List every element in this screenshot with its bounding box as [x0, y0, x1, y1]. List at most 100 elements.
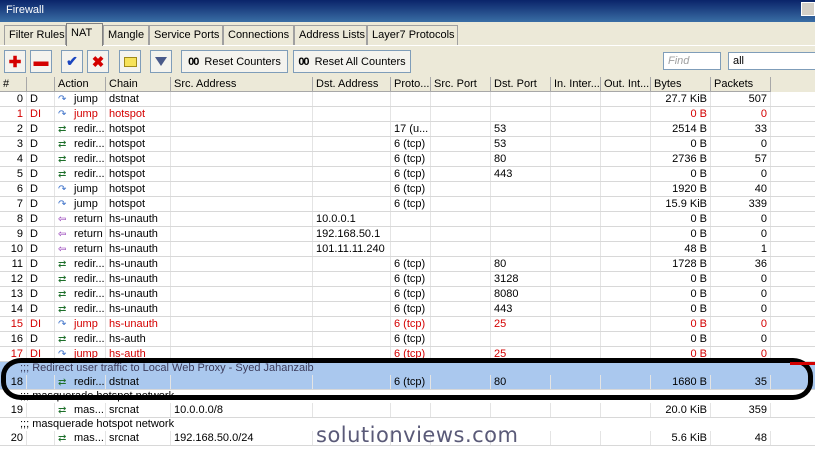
cell-protocol: 6 (tcp): [391, 287, 431, 301]
cell-dst-address: 10.0.0.1: [313, 212, 391, 226]
cell-number-text: 19: [10, 404, 23, 416]
cell-chain: srcnat: [106, 431, 171, 445]
cell-protocol: 6 (tcp): [391, 375, 431, 389]
enable-button[interactable]: ✔: [61, 50, 83, 73]
cell-dst-port-text: 53: [494, 123, 507, 135]
col-src-port[interactable]: Src. Port: [431, 77, 491, 92]
disable-button[interactable]: ✖: [87, 50, 109, 73]
cell-flags: D: [27, 287, 55, 301]
col-packets[interactable]: Packets: [711, 77, 771, 92]
cell-packets-text: 35: [754, 376, 767, 388]
restore-button[interactable]: [801, 2, 815, 16]
filter-button[interactable]: [150, 50, 172, 73]
table-row[interactable]: 17 DI ↷ jump hs-auth 6 (tcp) 25 0 B 0: [0, 347, 815, 362]
cell-bytes-text: 2736 B: [672, 153, 707, 165]
table-row[interactable]: 3 D ⇄ redir... hotspot 6 (tcp) 53 0 B 0: [0, 137, 815, 152]
cell-action-text: mas...: [74, 432, 104, 444]
cell-src-address: [171, 92, 313, 106]
cell-out-interface: [601, 272, 651, 286]
cell-bytes-text: 2514 B: [672, 123, 707, 135]
cell-action-text: jump: [74, 183, 98, 195]
table-row[interactable]: 4 D ⇄ redir... hotspot 6 (tcp) 80 2736 B 57: [0, 152, 815, 167]
tab-service-ports[interactable]: Service Ports: [149, 25, 223, 45]
col-chain[interactable]: Chain: [106, 77, 171, 92]
tab-nat[interactable]: NAT: [66, 23, 103, 46]
table-row[interactable]: 15 DI ↷ jump hs-unauth 6 (tcp) 25 0 B 0: [0, 317, 815, 332]
col-dst-port[interactable]: Dst. Port: [491, 77, 551, 92]
table-row[interactable]: 11 D ⇄ redir... hs-unauth 6 (tcp) 80 1728 B 36: [0, 257, 815, 272]
cell-bytes-text: 1728 B: [672, 258, 707, 270]
table-row[interactable]: 10 D ⇦ return hs-unauth 101.11.11.240 48 B 1: [0, 242, 815, 257]
cell-src-port: [431, 197, 491, 211]
rule-comment[interactable]: ;;; Redirect user traffic to Local Web P…: [0, 362, 815, 375]
table-row[interactable]: 14 D ⇄ redir... hs-unauth 6 (tcp) 443 0 B 0: [0, 302, 815, 317]
cell-number-text: 12: [10, 273, 23, 285]
reset-all-counters-button[interactable]: 00 Reset All Counters: [293, 50, 411, 73]
cell-flags-text: D: [30, 168, 38, 180]
cell-flags-text: D: [30, 93, 38, 105]
reset-counters-button[interactable]: 00 Reset Counters: [181, 50, 288, 73]
col-dst-address[interactable]: Dst. Address: [313, 77, 391, 92]
cell-packets-text: 48: [754, 432, 767, 444]
cell-bytes: 0 B: [651, 272, 711, 286]
table-row[interactable]: 18 ⇄ redir... dstnat 6 (tcp) 80 1680 B 35: [0, 375, 815, 390]
table-row[interactable]: 1 DI ↷ jump hotspot 0 B 0: [0, 107, 815, 122]
cell-src-port: [431, 182, 491, 196]
cell-action: ⇄ redir...: [55, 332, 106, 346]
table-row[interactable]: 19 ⇄ mas... srcnat 10.0.0.0/8 20.0 KiB 359: [0, 403, 815, 418]
col-in-interface[interactable]: In. Inter...: [551, 77, 601, 92]
cell-bytes-text: 0 B: [690, 318, 707, 330]
cell-packets-text: 0: [760, 138, 767, 150]
cell-dst-address: [313, 167, 391, 181]
col-src-address[interactable]: Src. Address: [171, 77, 313, 92]
table-row[interactable]: 5 D ⇄ redir... hotspot 6 (tcp) 443 0 B 0: [0, 167, 815, 182]
col-flags[interactable]: [27, 77, 55, 92]
cell-action-text: redir...: [74, 168, 105, 180]
tab-connections[interactable]: Connections: [223, 25, 294, 45]
cell-protocol: [391, 227, 431, 241]
cell-bytes-text: 0 B: [690, 138, 707, 150]
cell-dst-port: 25: [491, 347, 551, 361]
cell-protocol: 6 (tcp): [391, 137, 431, 151]
col-out-interface[interactable]: Out. Int...: [601, 77, 651, 92]
cell-number: 14: [0, 302, 27, 316]
table-row[interactable]: 12 D ⇄ redir... hs-unauth 6 (tcp) 3128 0 B 0: [0, 272, 815, 287]
cell-action-text: jump: [74, 93, 98, 105]
cell-protocol-text: 6 (tcp): [394, 303, 426, 315]
cell-chain-text: hotspot: [109, 198, 146, 210]
table-row[interactable]: 13 D ⇄ redir... hs-unauth 6 (tcp) 8080 0 B 0: [0, 287, 815, 302]
col-bytes[interactable]: Bytes: [651, 77, 711, 92]
rule-comment[interactable]: ;;; masquerade hotspot network: [0, 390, 815, 403]
cell-protocol-text: 6 (tcp): [394, 153, 426, 165]
col-number[interactable]: #: [0, 77, 27, 92]
cell-packets-text: 0: [760, 288, 767, 300]
cell-packets: 57: [711, 152, 771, 166]
cell-number-text: 4: [16, 153, 23, 165]
tab-layer7-protocols[interactable]: Layer7 Protocols: [367, 25, 458, 45]
table-row[interactable]: 9 D ⇦ return hs-unauth 192.168.50.1 0 B 0: [0, 227, 815, 242]
cell-dst-address: [313, 403, 391, 417]
table-row[interactable]: 0 D ↷ jump dstnat 27.7 KiB 507: [0, 92, 815, 107]
col-protocol[interactable]: Proto...: [391, 77, 431, 92]
table-row[interactable]: 6 D ↷ jump hotspot 6 (tcp) 1920 B 40: [0, 182, 815, 197]
cell-flags-text: D: [30, 138, 38, 150]
cell-packets: 0: [711, 107, 771, 121]
cell-dst-port: 25: [491, 317, 551, 331]
comment-button[interactable]: [119, 50, 141, 73]
table-row[interactable]: 7 D ↷ jump hotspot 6 (tcp) 15.9 KiB 339: [0, 197, 815, 212]
tab-filter-rules[interactable]: Filter Rules: [4, 25, 66, 45]
cell-number: 1: [0, 107, 27, 121]
table-row[interactable]: 8 D ⇦ return hs-unauth 10.0.0.1 0 B 0: [0, 212, 815, 227]
tab-address-lists[interactable]: Address Lists: [294, 25, 367, 45]
cell-bytes-text: 48 B: [684, 243, 707, 255]
find-input[interactable]: Find: [663, 52, 721, 70]
cell-number-text: 11: [11, 258, 23, 270]
table-row[interactable]: 2 D ⇄ redir... hotspot 17 (u... 53 2514 B 33: [0, 122, 815, 137]
filter-select[interactable]: all: [728, 52, 815, 70]
col-action[interactable]: Action: [55, 77, 106, 92]
tab-mangle[interactable]: Mangle: [103, 25, 149, 45]
add-button[interactable]: ✚: [4, 50, 26, 73]
cell-flags-text: D: [30, 273, 38, 285]
remove-button[interactable]: ▬: [30, 50, 52, 73]
table-row[interactable]: 16 D ⇄ redir... hs-auth 6 (tcp) 0 B 0: [0, 332, 815, 347]
